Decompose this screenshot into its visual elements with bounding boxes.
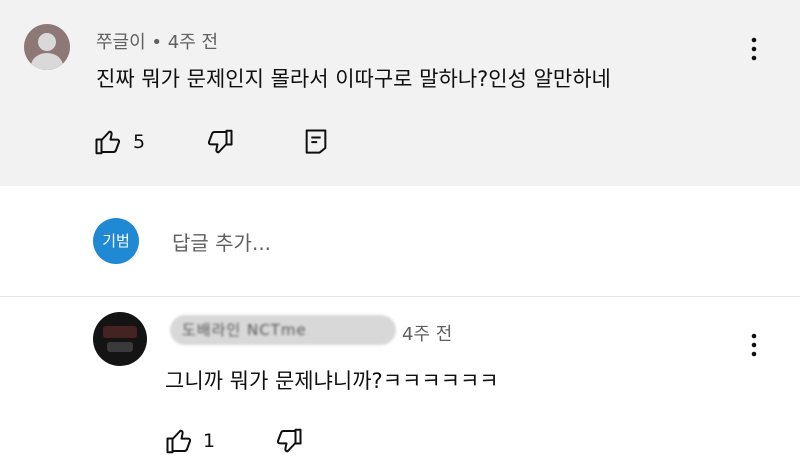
highlighted-comment: 쭈글이 • 4주 전 진짜 뭐가 문제인지 몰라서 이따구로 말하나?인성 알만… xyxy=(0,0,800,186)
dislike-icon[interactable] xyxy=(203,127,235,157)
more-options-icon[interactable] xyxy=(744,332,764,358)
comment-meta: 쭈글이 • 4주 전 xyxy=(96,28,218,54)
avatar-shoulders xyxy=(31,53,63,70)
reply-author-avatar[interactable] xyxy=(93,312,147,366)
reply-timestamp[interactable]: 4주 전 xyxy=(402,324,452,345)
reply-author-name-blurred[interactable]: 도배라인 NCTme xyxy=(170,315,396,345)
more-options-icon[interactable] xyxy=(744,36,764,62)
reply-like-count: 1 xyxy=(203,430,216,452)
reply-text: 그니까 뭐가 문제냐니까?ㅋㅋㅋㅋㅋㅋ xyxy=(165,369,499,393)
comment-timestamp[interactable]: 4주 전 xyxy=(168,32,218,53)
meta-separator: • xyxy=(145,32,168,53)
comment-text: 진짜 뭐가 문제인지 몰라서 이따구로 말하나?인성 알만하네 xyxy=(96,67,611,91)
dislike-icon[interactable] xyxy=(272,426,304,456)
avatar-image-detail xyxy=(107,342,133,352)
like-count: 5 xyxy=(133,131,146,153)
avatar-image-detail xyxy=(103,326,137,338)
current-user-avatar[interactable]: 기범 xyxy=(93,218,139,264)
like-icon[interactable] xyxy=(164,426,196,456)
like-icon[interactable] xyxy=(93,127,125,157)
reply-icon[interactable] xyxy=(302,126,330,156)
avatar-head xyxy=(38,33,56,51)
add-reply-input[interactable]: 답글 추가... xyxy=(172,227,271,256)
reply-timestamp-wrapper: 4주 전 xyxy=(402,320,452,346)
comment-author-name[interactable]: 쭈글이 xyxy=(96,32,146,53)
divider xyxy=(0,296,800,297)
comment-author-avatar[interactable] xyxy=(24,24,70,70)
